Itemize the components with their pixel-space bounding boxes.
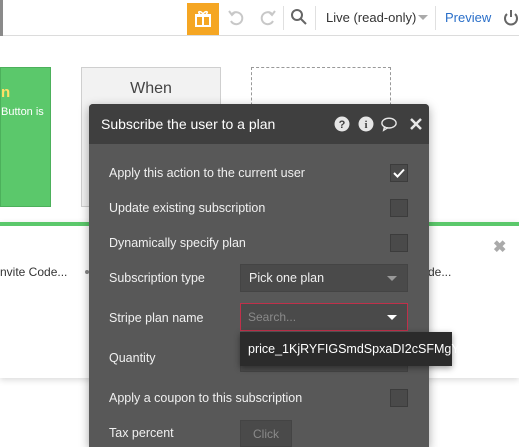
subscription-type-value: Pick one plan <box>249 271 325 285</box>
toolbar-divider <box>435 6 436 30</box>
gift-icon <box>194 9 212 30</box>
update-existing-checkbox[interactable] <box>390 199 408 217</box>
chevron-down-icon <box>387 315 397 320</box>
subscription-type-select[interactable]: Pick one plan <box>240 264 408 292</box>
power-icon <box>503 10 519 30</box>
undo-button[interactable] <box>226 8 246 28</box>
info-icon[interactable]: i <box>358 116 374 132</box>
chevron-down-icon <box>387 276 397 281</box>
subscription-type-label: Subscription type <box>109 271 205 285</box>
redo-button[interactable] <box>258 8 278 28</box>
svg-text:?: ? <box>339 119 346 131</box>
svg-text:i: i <box>364 119 367 131</box>
workflow-step-right[interactable]: de... <box>428 265 451 279</box>
apply-current-user-label: Apply this action to the current user <box>109 166 305 180</box>
preview-link[interactable]: Preview <box>445 10 491 25</box>
close-icon[interactable]: ✖ <box>493 237 506 257</box>
apply-current-user-checkbox[interactable] <box>390 164 408 182</box>
tax-percent-label: Tax percent <box>109 426 174 440</box>
apply-coupon-checkbox[interactable] <box>390 389 408 407</box>
action-properties-modal: Subscribe the user to a plan ? i Apply t… <box>89 104 429 447</box>
toolbar-edge <box>0 0 3 36</box>
help-icon[interactable]: ? <box>334 116 350 132</box>
comment-icon[interactable] <box>381 116 397 132</box>
undo-icon <box>227 8 245 29</box>
search-button[interactable] <box>289 8 309 28</box>
dynamically-specify-label: Dynamically specify plan <box>109 236 246 250</box>
stripe-plan-option[interactable]: price_1KjRYFIGSmdSpxaDI2cSFMgY <box>240 332 460 366</box>
apply-coupon-label: Apply a coupon to this subscription <box>109 391 303 405</box>
checkmark-icon <box>393 166 405 181</box>
close-icon[interactable] <box>408 116 424 132</box>
workflow-step-left[interactable]: nvite Code... <box>0 265 67 279</box>
quantity-label: Quantity <box>109 351 156 365</box>
stripe-plan-name-label: Stripe plan name <box>109 311 204 325</box>
stripe-plan-search[interactable] <box>240 303 408 331</box>
chevron-down-icon <box>418 15 428 20</box>
toolbar-divider <box>315 6 316 30</box>
gift-button[interactable] <box>187 3 219 35</box>
search-icon <box>290 8 308 29</box>
redo-icon <box>259 8 277 29</box>
tax-percent-field[interactable]: Click <box>240 420 292 447</box>
event-card[interactable]: n Button is <box>0 67 51 207</box>
mode-selector[interactable]: Live (read-only) <box>326 10 416 25</box>
tax-percent-placeholder: Click <box>253 427 279 441</box>
event-card-text: Button is <box>1 106 44 118</box>
update-existing-label: Update existing subscription <box>109 201 266 215</box>
top-toolbar: Live (read-only) Preview <box>0 0 519 36</box>
event-card-title: n <box>1 84 11 101</box>
modal-header: Subscribe the user to a plan ? i <box>89 104 429 144</box>
when-card-label: When <box>130 80 172 97</box>
stripe-plan-search-input[interactable] <box>241 304 381 330</box>
power-button[interactable] <box>503 9 519 30</box>
modal-title: Subscribe the user to a plan <box>101 116 276 132</box>
toolbar-divider <box>283 6 284 30</box>
dynamically-specify-checkbox[interactable] <box>390 234 408 252</box>
